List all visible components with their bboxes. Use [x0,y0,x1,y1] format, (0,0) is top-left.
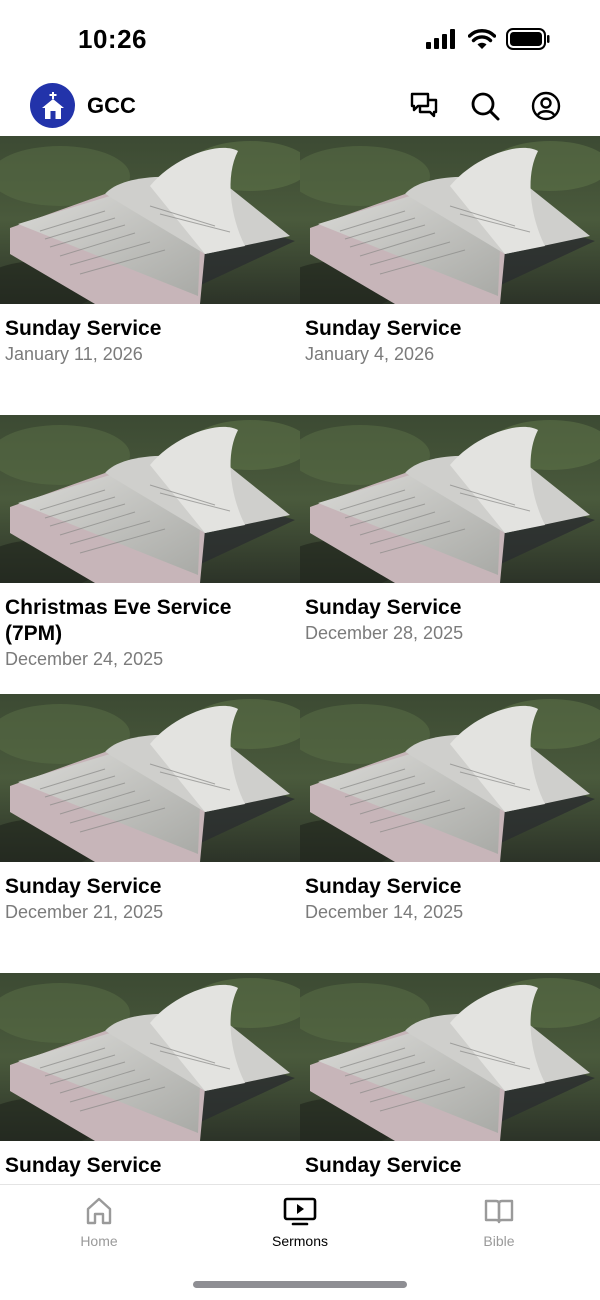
tab-label: Sermons [271,1233,329,1249]
sermon-card[interactable]: Sunday Service December 28, 2025 [300,415,600,694]
tab-label: Bible [483,1233,515,1249]
sermon-card[interactable]: Sunday Service December 21, 2025 [0,694,300,973]
sermon-title: Sunday Service [305,317,462,340]
sermon-title: Sunday Service [5,875,162,898]
church-icon [41,91,64,119]
sermon-card[interactable]: Sunday Service [300,973,600,1184]
sermon-title: Sunday Service [5,317,162,340]
profile-button[interactable] [530,90,562,122]
sermon-card[interactable]: Sunday Service January 4, 2026 [300,136,600,415]
sermon-date: December 14, 2025 [305,902,464,922]
tab-bible[interactable]: Bible [439,1195,559,1255]
book-icon [484,1199,514,1224]
sermon-thumbnail [300,415,600,583]
sermon-title: Sunday Service [5,1154,162,1177]
sermon-title: Sunday Service [305,596,462,619]
sermon-date: December 21, 2025 [5,902,164,922]
wifi-icon [468,29,496,49]
status-icons [426,28,550,50]
tab-label: Home [80,1233,118,1249]
sermon-date: January 4, 2026 [305,344,435,364]
account-circle-icon [531,91,561,121]
tab-home[interactable]: Home [39,1195,159,1255]
sermon-thumbnail [0,136,300,304]
tab-sermons[interactable]: Sermons [240,1195,360,1255]
sermon-thumbnail [300,694,600,862]
search-button[interactable] [469,90,501,122]
sermon-title: Sunday Service [305,875,462,898]
church-logo[interactable] [30,83,75,128]
sermon-date: December 24, 2025 [5,649,164,669]
status-bar: 10:26 [0,0,600,80]
sermon-date: December 28, 2025 [305,623,464,643]
status-time: 10:26 [78,24,147,54]
cellular-signal-icon [426,29,455,49]
sermon-thumbnail [0,973,300,1141]
sermon-thumbnail [300,136,600,304]
sermon-card[interactable]: Christmas Eve Service (7PM) December 24,… [0,415,300,694]
sermon-grid: Sunday Service January 11, 2026 Sunday S… [0,136,600,1184]
chat-button[interactable] [408,90,440,122]
tv-play-icon [283,1197,317,1226]
chat-bubbles-icon [410,92,438,118]
search-icon [471,92,500,121]
sermon-date: January 11, 2026 [5,344,143,364]
sermon-title: Sunday Service [305,1154,462,1177]
sermon-title: Christmas Eve Service (7PM) [5,596,232,645]
sermon-thumbnail [300,973,600,1141]
home-indicator[interactable] [193,1281,407,1288]
app-title: GCC [87,93,136,118]
sermon-card[interactable]: Sunday Service [0,973,300,1184]
app-header: GCC [0,80,600,136]
sermon-thumbnail [0,415,300,583]
bottom-tab-bar: Home Sermons Bible [0,1184,600,1300]
sermon-card[interactable]: Sunday Service December 14, 2025 [300,694,600,973]
sermon-thumbnail [0,694,300,862]
home-icon [86,1197,112,1225]
battery-icon [506,28,550,50]
sermon-card[interactable]: Sunday Service January 11, 2026 [0,136,300,415]
